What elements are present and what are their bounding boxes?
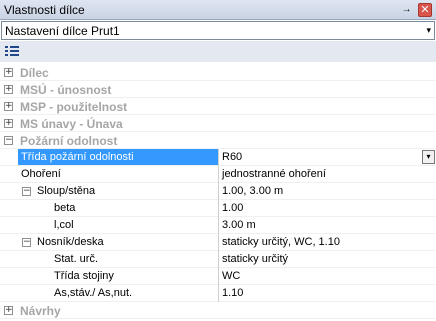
property-grid: + Dílec + MSÚ - únosnost + MSP - použite… xyxy=(0,64,436,319)
property-value[interactable]: jednostranné ohoření xyxy=(222,166,326,182)
expand-icon[interactable]: + xyxy=(4,306,13,315)
column-divider xyxy=(218,217,219,234)
category-msu[interactable]: + MSÚ - únosnost xyxy=(0,81,436,98)
property-name: Ohoření xyxy=(21,168,61,180)
category-dilec[interactable]: + Dílec xyxy=(0,64,436,81)
title-bar: Vlastnosti dílce → ✕ xyxy=(0,0,436,20)
property-value[interactable]: 1.00 xyxy=(222,200,243,216)
property-name: Stat. urč. xyxy=(54,253,99,265)
settings-dropdown-value: Nastavení dílce Prut1 xyxy=(5,24,120,38)
property-name: Třída požární odolnosti xyxy=(21,151,134,163)
column-divider xyxy=(218,200,219,217)
property-row-as-ratio[interactable]: As,stáv./ As,nut. 1.10 xyxy=(0,285,436,302)
column-divider xyxy=(218,166,219,183)
chevron-down-icon[interactable]: ▾ xyxy=(426,25,431,36)
property-value[interactable]: 3.00 m xyxy=(222,217,256,233)
column-divider xyxy=(218,268,219,285)
property-name: l,col xyxy=(54,219,74,231)
category-label: Návrhy xyxy=(20,304,61,318)
property-name: Třída stojiny xyxy=(54,270,114,282)
property-name: As,stáv./ As,nut. xyxy=(54,287,133,299)
category-msp[interactable]: + MSP - použitelnost xyxy=(0,98,436,115)
dropdown-arrow-icon[interactable]: ▾ xyxy=(422,150,435,164)
category-pozarni-odolnost[interactable]: − Požární odolnost xyxy=(0,132,436,149)
property-value[interactable]: R60 xyxy=(222,149,242,165)
property-row-trida-stojiny[interactable]: Třída stojiny WC xyxy=(0,268,436,285)
property-name: beta xyxy=(54,202,76,214)
category-label: MSÚ - únosnost xyxy=(20,83,112,97)
collapse-icon[interactable]: − xyxy=(4,136,13,145)
pin-icon[interactable]: → xyxy=(400,3,413,16)
property-row-fire-class[interactable]: Třída požární odolnosti R60 ▾ xyxy=(0,149,436,166)
property-row-lcol[interactable]: l,col 3.00 m xyxy=(0,217,436,234)
category-label: MSP - použitelnost xyxy=(20,100,128,114)
column-divider xyxy=(218,149,219,166)
property-value[interactable]: staticky určitý xyxy=(222,251,288,267)
expand-icon[interactable]: + xyxy=(4,102,13,111)
property-row-beam[interactable]: − Nosník/deska staticky určitý, WC, 1.10 xyxy=(0,234,436,251)
window-title: Vlastnosti dílce xyxy=(4,3,85,17)
property-row-stat[interactable]: Stat. urč. staticky určitý xyxy=(0,251,436,268)
collapse-icon[interactable]: − xyxy=(22,187,31,196)
category-navrhy[interactable]: + Návrhy xyxy=(0,302,436,319)
category-label: Požární odolnost xyxy=(20,134,118,148)
collapse-icon[interactable]: − xyxy=(22,238,31,247)
expand-icon[interactable]: + xyxy=(4,85,13,94)
property-value[interactable]: 1.10 xyxy=(222,285,243,301)
property-name: Sloup/stěna xyxy=(37,185,96,197)
property-name: Nosník/deska xyxy=(37,236,104,248)
property-row-column[interactable]: − Sloup/stěna 1.00, 3.00 m xyxy=(0,183,436,200)
list-view-icon[interactable] xyxy=(5,44,21,60)
category-ms-unavy[interactable]: + MS únavy - Únava xyxy=(0,115,436,132)
property-value[interactable]: WC xyxy=(222,268,240,284)
column-divider xyxy=(218,251,219,268)
column-divider xyxy=(218,285,219,302)
property-value[interactable]: staticky určitý, WC, 1.10 xyxy=(222,234,340,250)
column-divider xyxy=(218,183,219,200)
close-icon[interactable]: ✕ xyxy=(418,3,432,17)
expand-icon[interactable]: + xyxy=(4,68,13,77)
settings-dropdown[interactable]: Nastavení dílce Prut1 ▾ xyxy=(1,21,435,40)
property-value[interactable]: 1.00, 3.00 m xyxy=(222,183,283,199)
category-label: Dílec xyxy=(20,66,49,80)
expand-icon[interactable]: + xyxy=(4,119,13,128)
property-row-heating[interactable]: Ohoření jednostranné ohoření xyxy=(0,166,436,183)
category-label: MS únavy - Únava xyxy=(20,117,123,131)
toolbar xyxy=(0,41,436,62)
property-row-beta[interactable]: beta 1.00 xyxy=(0,200,436,217)
column-divider xyxy=(218,234,219,251)
